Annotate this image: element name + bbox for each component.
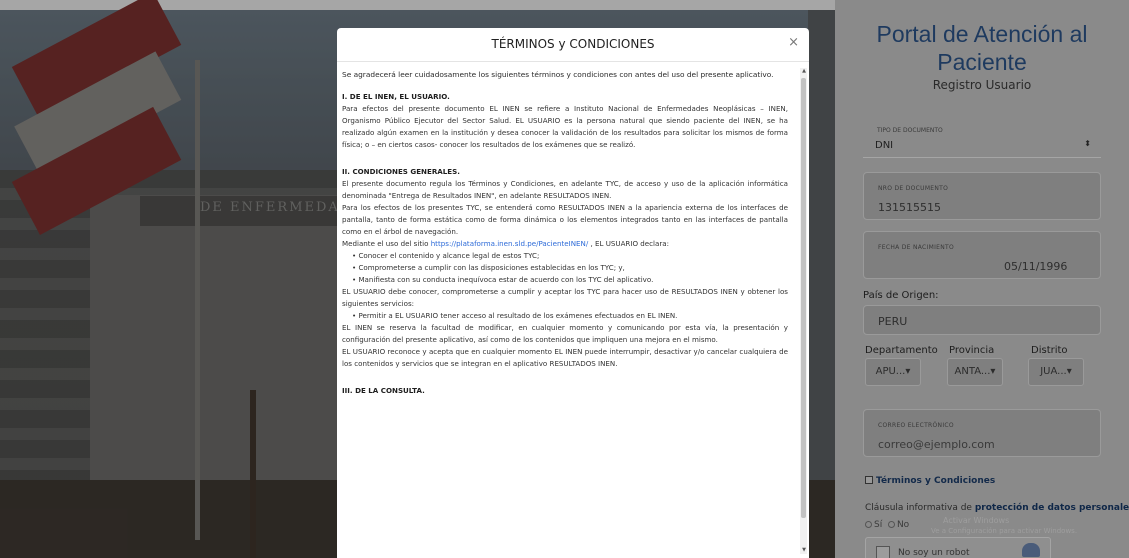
modal-title: TÉRMINOS y CONDICIONES <box>491 37 655 51</box>
doc-type-select[interactable]: TIPO DE DOCUMENTO DNI ⬍ <box>863 127 1101 159</box>
country-value: PERU <box>878 315 908 328</box>
doc-number-label: NRO DE DOCUMENTO <box>878 185 949 192</box>
section-2-title: II. CONDICIONES GENERALES. <box>342 167 460 176</box>
doc-number-value: 131515515 <box>878 201 941 214</box>
radio-no[interactable] <box>887 521 895 528</box>
modal-body[interactable]: Se agradecerá leer cuidadosamente los si… <box>342 68 794 554</box>
scroll-up-icon[interactable]: ▲ <box>802 68 806 74</box>
section-1-title: I. DE EL INEN, EL USUARIO. <box>342 92 450 101</box>
section-2-paragraph: Para los efectos de los presentes TYC, s… <box>342 203 788 236</box>
birth-date-value: 05/11/1996 <box>1004 260 1068 273</box>
usage-prefix: Mediante el uso del sitio <box>342 239 431 248</box>
section-2-paragraph: EL INEN se reserva la facultad de modifi… <box>342 323 788 344</box>
modal-scrollbar-thumb[interactable] <box>801 78 806 518</box>
section-3-title: III. DE LA CONSULTA. <box>342 386 425 395</box>
section-2-usage-paragraph: Mediante el uso del sitio https://plataf… <box>342 238 788 250</box>
department-label: Departamento <box>865 345 938 356</box>
district-value: JUA... <box>1040 366 1067 377</box>
doc-type-label: TIPO DE DOCUMENTO <box>877 127 943 134</box>
caret-down-icon: ▾ <box>905 366 911 377</box>
list-item: • Permitir a EL USUARIO tener acceso al … <box>352 311 678 320</box>
terms-checkbox-row[interactable]: Términos y Condiciones <box>865 476 995 486</box>
terms-link[interactable]: Términos y Condiciones <box>876 476 995 486</box>
scroll-down-icon[interactable]: ▼ <box>802 547 806 553</box>
radio-no-label: No <box>896 520 910 530</box>
section-2-paragraph: EL USUARIO reconoce y acepta que en cual… <box>342 347 788 368</box>
modal-header: TÉRMINOS y CONDICIONES × <box>337 28 809 62</box>
section-2-paragraph: EL USUARIO debe conocer, comprometerse a… <box>342 287 788 308</box>
birth-date-label: FECHA DE NACIMIENTO <box>878 244 955 251</box>
list-item: • Conocer el contenido y alcance legal d… <box>352 251 540 260</box>
caret-down-icon: ▾ <box>1066 366 1072 377</box>
close-icon[interactable]: × <box>788 35 799 50</box>
department-select[interactable]: APU...▾ <box>865 358 921 386</box>
caret-down-icon: ▾ <box>990 366 996 377</box>
recaptcha-logo-icon <box>1022 543 1040 557</box>
email-label: CORREO ELECTRÓNICO <box>878 422 954 429</box>
radio-yes-label: Sí <box>874 520 883 530</box>
district-label: Distrito <box>1031 345 1068 356</box>
birth-date-field[interactable]: FECHA DE NACIMIENTO 05/11/1996 <box>863 231 1101 279</box>
terms-modal: TÉRMINOS y CONDICIONES × Se agradecerá l… <box>337 28 809 558</box>
section-1-text: Para efectos del presente documento EL I… <box>342 104 788 149</box>
clause-prefix: Cláusula informativa de <box>865 503 975 513</box>
consent-radio-group: Sí No <box>865 520 909 530</box>
select-underline <box>863 157 1101 158</box>
data-protection-clause: Cláusula informativa de protección de da… <box>865 503 1129 513</box>
page-subtitle: Registro Usuario <box>932 78 1032 92</box>
country-field[interactable]: PERU <box>863 305 1101 335</box>
doc-type-value: DNI <box>875 140 894 151</box>
province-value: ANTA... <box>954 366 991 377</box>
terms-checkbox[interactable] <box>865 476 873 484</box>
data-protection-link[interactable]: protección de datos personales <box>975 503 1129 513</box>
section-2-paragraph: El presente documento regula los Término… <box>342 179 788 200</box>
list-item: • Comprometerse a cumplir con las dispos… <box>352 263 625 272</box>
country-label: País de Origen: <box>863 290 939 301</box>
select-arrows-icon: ⬍ <box>1084 139 1091 148</box>
page-title: Portal de Atención al Paciente <box>876 21 1088 75</box>
email-placeholder: correo@ejemplo.com <box>878 438 995 451</box>
windows-watermark-title: Activar Windows <box>943 516 1010 525</box>
radio-yes[interactable] <box>865 521 872 528</box>
recaptcha-widget[interactable]: No soy un robot <box>865 537 1051 558</box>
province-select[interactable]: ANTA...▾ <box>947 358 1003 386</box>
recaptcha-label: No soy un robot <box>898 548 970 558</box>
portal-link[interactable]: https://plataforma.inen.sld.pe/PacienteI… <box>431 239 589 248</box>
windows-watermark-subtitle: Ve a Configuración para activar Windows. <box>931 527 1078 535</box>
list-item: • Manifiesta con su conducta inequívoca … <box>352 275 654 284</box>
usage-suffix: , EL USUARIO declara: <box>588 239 670 248</box>
recaptcha-checkbox[interactable] <box>876 546 890 558</box>
province-label: Provincia <box>949 345 995 356</box>
department-value: APU... <box>875 366 906 377</box>
email-field[interactable]: CORREO ELECTRÓNICO correo@ejemplo.com <box>863 409 1101 457</box>
registration-panel: Portal de Atención al Paciente Registro … <box>835 0 1129 558</box>
terms-intro: Se agradecerá leer cuidadosamente los si… <box>342 70 774 79</box>
doc-number-field[interactable]: NRO DE DOCUMENTO 131515515 <box>863 172 1101 220</box>
district-select[interactable]: JUA...▾ <box>1028 358 1084 386</box>
